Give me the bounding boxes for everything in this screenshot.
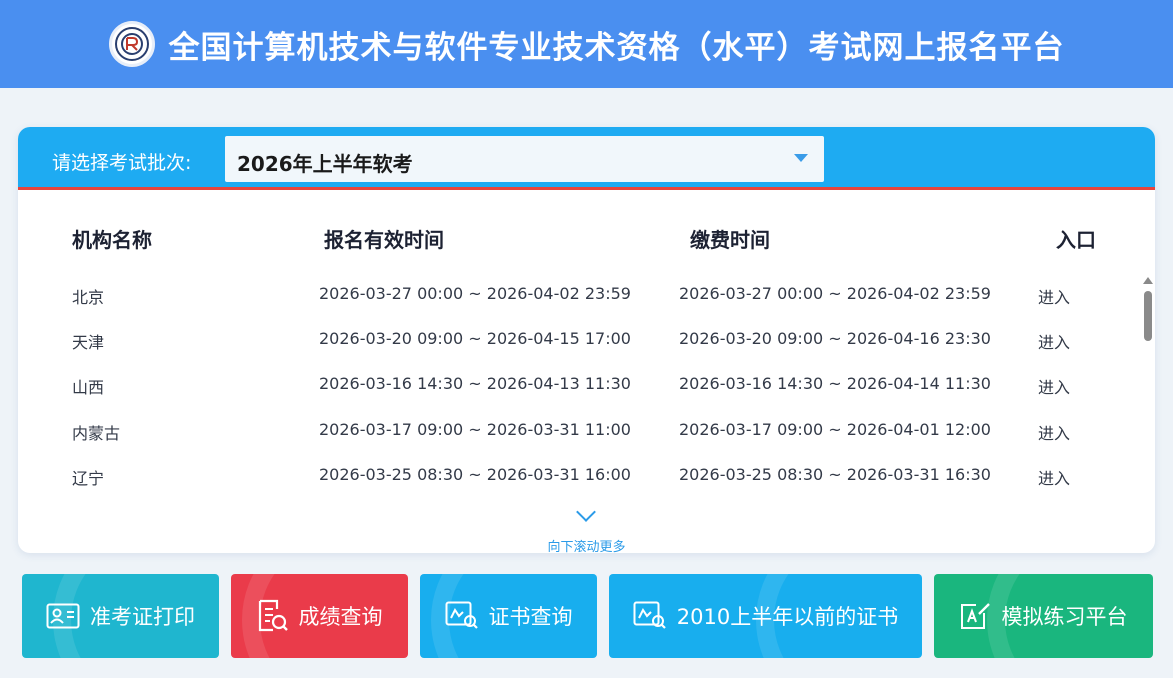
table-row: 山西 2026-03-16 14:30 ~ 2026-04-13 11:30 2… <box>18 374 1138 404</box>
org-name: 辽宁 <box>72 469 105 488</box>
registration-time: 2026-03-25 08:30 ~ 2026-03-31 16:00 <box>319 465 631 484</box>
entry-link[interactable]: 进入 <box>1038 420 1070 444</box>
certificate-search-icon <box>633 601 667 631</box>
certificate-query-button[interactable]: 证书查询 <box>420 574 597 658</box>
org-name: 内蒙古 <box>72 424 121 443</box>
column-header-entry: 入口 <box>1056 228 1096 252</box>
table-row: 辽宁 2026-03-25 08:30 ~ 2026-03-31 16:00 2… <box>18 465 1138 495</box>
exam-batch-dropdown[interactable]: 2026年上半年软考 <box>225 136 824 182</box>
entry-link[interactable]: 进入 <box>1038 374 1070 398</box>
practice-edit-icon <box>960 601 992 631</box>
column-header-org: 机构名称 <box>72 228 152 252</box>
payment-time: 2026-03-17 09:00 ~ 2026-04-01 12:00 <box>679 420 991 439</box>
admission-ticket-print-button[interactable]: 准考证打印 <box>22 574 219 658</box>
page-title: 全国计算机技术与软件专业技术资格（水平）考试网上报名平台 <box>168 29 1065 66</box>
payment-time: 2026-03-27 00:00 ~ 2026-04-02 23:59 <box>679 284 991 303</box>
scroll-more-hint[interactable]: 向下滚动更多 <box>18 502 1155 553</box>
page-header: 全国计算机技术与软件专业技术资格（水平）考试网上报名平台 <box>0 0 1173 88</box>
entry-link[interactable]: 进入 <box>1038 284 1070 308</box>
scrollbar-thumb[interactable] <box>1144 291 1152 341</box>
exam-batch-value: 2026年上半年软考 <box>237 152 413 176</box>
payment-time: 2026-03-25 08:30 ~ 2026-03-31 16:30 <box>679 465 991 484</box>
admission-ticket-print-label: 准考证打印 <box>90 605 195 629</box>
payment-time: 2026-03-20 09:00 ~ 2026-04-16 23:30 <box>679 329 991 348</box>
org-name: 天津 <box>72 333 105 352</box>
registration-time: 2026-03-17 09:00 ~ 2026-03-31 11:00 <box>319 420 631 439</box>
chevron-down-icon <box>794 154 808 162</box>
document-search-icon <box>257 599 289 633</box>
scroll-up-arrow-icon[interactable] <box>1143 277 1153 284</box>
certificate-query-label: 证书查询 <box>488 605 573 629</box>
exam-batch-label: 请选择考试批次: <box>52 152 192 174</box>
scroll-more-label: 向下滚动更多 <box>547 540 626 553</box>
id-card-icon <box>46 603 80 629</box>
org-name: 北京 <box>72 288 105 307</box>
table-scrollbar[interactable] <box>1143 277 1153 539</box>
chevron-down-icon <box>576 502 596 522</box>
exam-batch-selector-bar: 请选择考试批次: 2026年上半年软考 <box>18 127 1155 190</box>
score-query-label: 成绩查询 <box>298 605 383 629</box>
exam-registration-card: 请选择考试批次: 2026年上半年软考 机构名称 报名有效时间 缴费时间 入口 … <box>18 127 1155 553</box>
mock-practice-platform-label: 模拟练习平台 <box>1001 605 1128 629</box>
mock-practice-platform-button[interactable]: 模拟练习平台 <box>934 574 1153 658</box>
seal-logo-icon <box>108 21 155 67</box>
score-query-button[interactable]: 成绩查询 <box>231 574 408 658</box>
entry-link[interactable]: 进入 <box>1038 329 1070 353</box>
pre-2010-certificate-button[interactable]: 2010上半年以前的证书 <box>609 574 922 658</box>
registration-time: 2026-03-16 14:30 ~ 2026-04-13 11:30 <box>319 374 631 393</box>
certificate-search-icon <box>445 601 479 631</box>
table-row: 北京 2026-03-27 00:00 ~ 2026-04-02 23:59 2… <box>18 284 1138 314</box>
entry-link[interactable]: 进入 <box>1038 465 1070 489</box>
column-header-payment-time: 缴费时间 <box>690 228 770 252</box>
column-header-registration-time: 报名有效时间 <box>324 228 444 252</box>
payment-time: 2026-03-16 14:30 ~ 2026-04-14 11:30 <box>679 374 991 393</box>
registration-time: 2026-03-27 00:00 ~ 2026-04-02 23:59 <box>319 284 631 303</box>
org-name: 山西 <box>72 378 105 397</box>
registration-time: 2026-03-20 09:00 ~ 2026-04-15 17:00 <box>319 329 631 348</box>
table-row: 天津 2026-03-20 09:00 ~ 2026-04-15 17:00 2… <box>18 329 1138 359</box>
table-row: 内蒙古 2026-03-17 09:00 ~ 2026-03-31 11:00 … <box>18 420 1138 450</box>
pre-2010-certificate-label: 2010上半年以前的证书 <box>676 605 899 629</box>
